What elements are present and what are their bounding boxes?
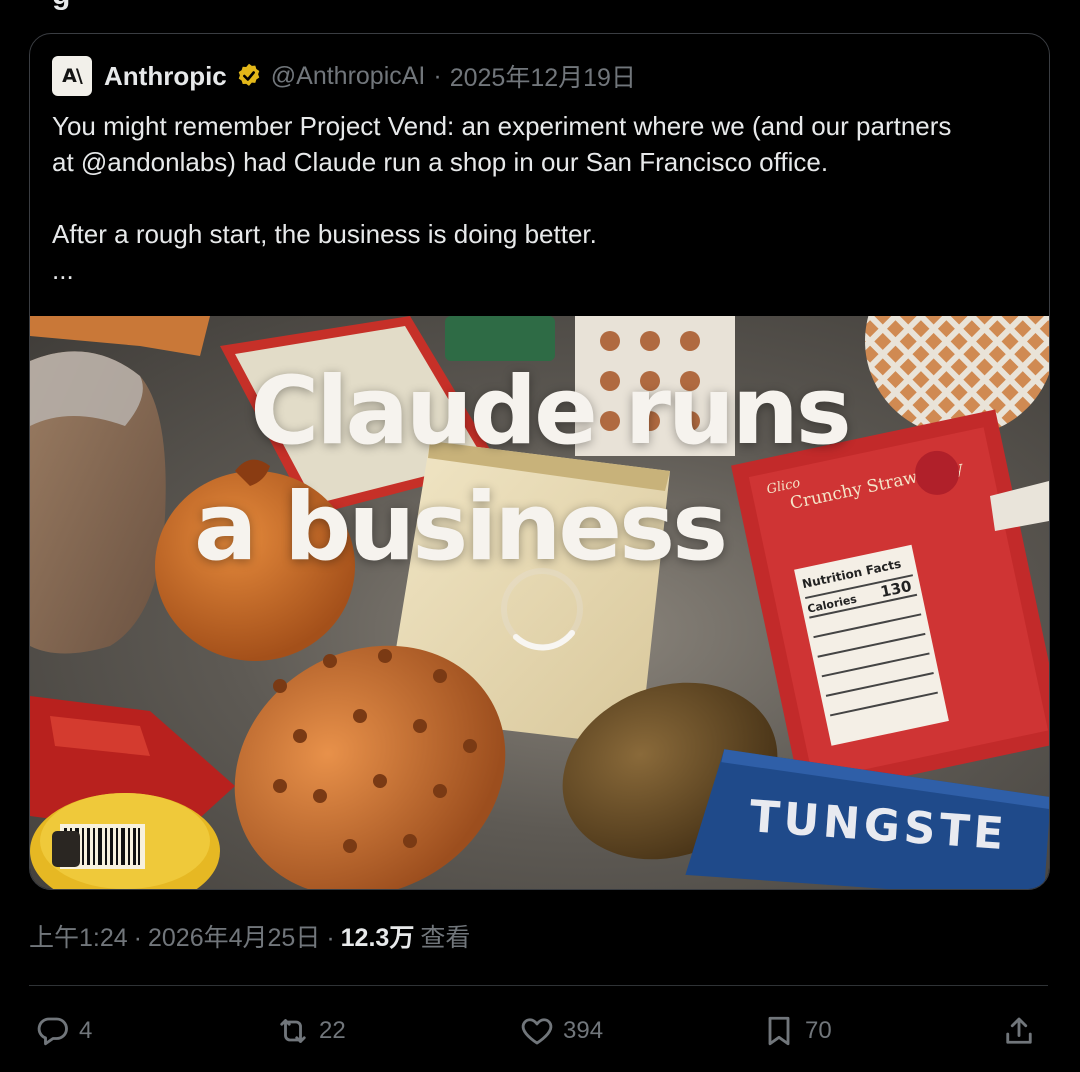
quoted-tweet-header: A\ Anthropic @AnthropicAI · 2025年12月19日 xyxy=(52,56,636,96)
separator-dot: · xyxy=(326,924,335,952)
tweet-text-line: After a rough start, the business is doi… xyxy=(52,219,597,249)
previous-text-fragment: g xyxy=(52,0,70,12)
play-pause-icon xyxy=(52,831,80,867)
video-headline-text: Claude runs a business xyxy=(30,354,1049,586)
quoted-tweet-date[interactable]: 2025年12月19日 xyxy=(450,58,636,94)
reply-button[interactable]: 4 xyxy=(35,1005,92,1057)
repost-button[interactable]: 22 xyxy=(275,1005,346,1057)
heart-icon xyxy=(521,1018,553,1045)
repost-count: 22 xyxy=(319,1017,346,1044)
bookmark-icon xyxy=(768,1016,790,1046)
anthropic-logo-avatar[interactable]: A\ xyxy=(52,56,92,96)
post-time[interactable]: 上午1:24 xyxy=(29,918,128,954)
share-icon xyxy=(1006,1017,1032,1044)
tweet-text-line: You might remember Project Vend: an expe… xyxy=(52,111,952,141)
snack-wrapper-top-left xyxy=(30,316,210,356)
tweet-text-line: at @andonlabs) had Claude run a shop in … xyxy=(52,147,829,177)
bookmark-button[interactable]: 70 xyxy=(761,1005,832,1057)
reply-count: 4 xyxy=(79,1017,93,1044)
author-handle[interactable]: @AnthropicAI xyxy=(271,62,426,91)
reply-icon xyxy=(37,1017,68,1046)
tweet-text-line: ... xyxy=(52,255,74,285)
verified-badge-icon xyxy=(238,63,260,86)
separator-dot: · xyxy=(433,61,442,90)
tweet-video-media[interactable]: Glico Crunchy Strawberry Nutrition Facts… xyxy=(30,316,1049,889)
quoted-tweet-text: You might remember Project Vend: an expe… xyxy=(52,108,1032,288)
headline-line-2: a business xyxy=(193,473,728,582)
post-date[interactable]: 2026年4月25日 xyxy=(148,918,320,954)
views-label[interactable]: 查看 xyxy=(420,918,470,954)
headline-line-1: Claude runs xyxy=(250,357,851,466)
bookmark-count: 70 xyxy=(805,1017,832,1044)
repost-icon xyxy=(280,1019,306,1043)
quoted-tweet-card[interactable]: A\ Anthropic @AnthropicAI · 2025年12月19日 … xyxy=(29,33,1050,890)
tweet-meta: 上午1:24 · 2026年4月25日 · 12.3万 查看 xyxy=(29,918,470,954)
separator-dot: · xyxy=(133,924,142,952)
share-button[interactable] xyxy=(1001,1005,1037,1057)
views-count[interactable]: 12.3万 xyxy=(341,918,415,954)
like-button[interactable]: 394 xyxy=(519,1005,603,1057)
author-name[interactable]: Anthropic xyxy=(104,61,227,92)
tweet-action-bar: 4 22 394 70 xyxy=(29,1005,1048,1057)
divider xyxy=(29,985,1048,986)
like-count: 394 xyxy=(563,1017,604,1044)
